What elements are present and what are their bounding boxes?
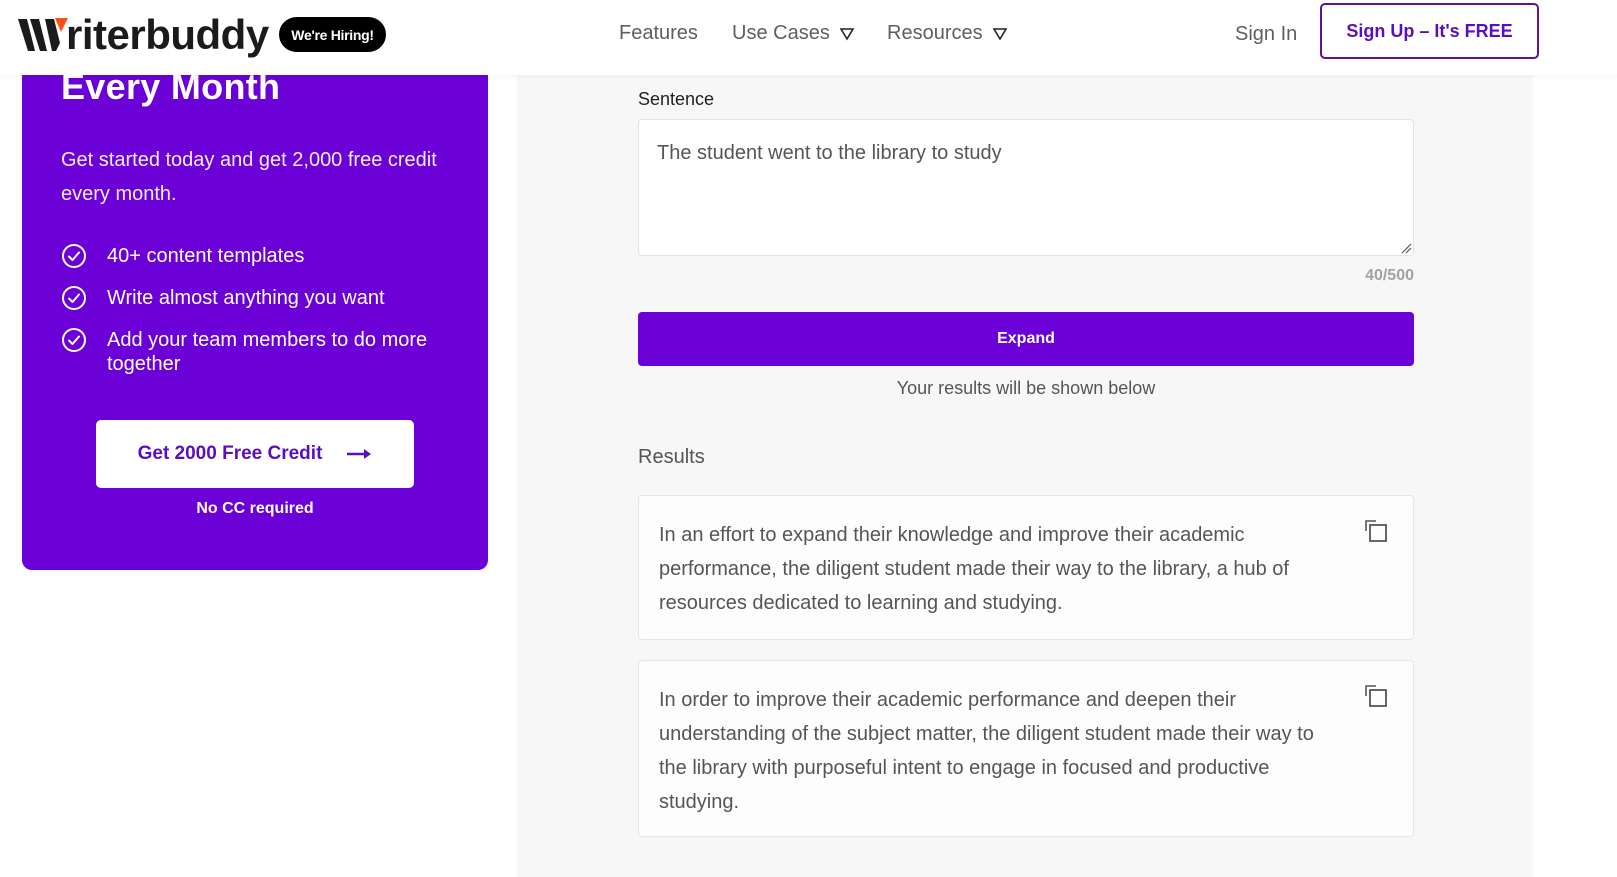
arrow-right-icon (347, 449, 372, 459)
check-circle-icon (62, 286, 86, 310)
copy-icon[interactable] (1363, 683, 1389, 709)
check-circle-icon (62, 244, 86, 268)
result-card: In an effort to expand their knowledge a… (638, 495, 1414, 640)
sign-in-link[interactable]: Sign In (1235, 23, 1297, 46)
promo-panel: Every Month Get started today and get 2,… (22, 60, 488, 570)
feature-text: Write almost anything you want (107, 287, 385, 309)
get-free-credit-button[interactable]: Get 2000 Free Credit (96, 420, 414, 488)
expand-button[interactable]: Expand (638, 312, 1414, 366)
result-text: In an effort to expand their knowledge a… (659, 524, 1289, 614)
logo-w-icon (18, 18, 68, 51)
caret-down-icon (992, 27, 1007, 41)
character-count: 40/500 (1365, 267, 1414, 284)
results-hint: Your results will be shown below (896, 378, 1156, 398)
feature-text: 40+ content templates (107, 245, 305, 267)
caret-down-icon (839, 27, 854, 41)
nav-use-cases-label: Use Cases (732, 22, 830, 44)
sentence-label: Sentence (638, 89, 715, 109)
logo-text: riterbuddy (66, 11, 269, 58)
nav-features-label: Features (619, 22, 698, 44)
copy-icon[interactable] (1363, 518, 1389, 544)
result-card: In order to improve their academic perfo… (638, 660, 1414, 837)
resize-handle-icon[interactable] (1400, 242, 1412, 254)
feature-list: 40+ content templates Write almost anyth… (61, 244, 461, 393)
feature-text: Add your team members to do more togethe… (107, 329, 428, 375)
writerbuddy-logo[interactable]: riterbuddy (18, 10, 269, 60)
sign-up-button[interactable]: Sign Up – It's FREE (1320, 3, 1539, 59)
nav-resources-label: Resources (887, 22, 983, 44)
nav-use-cases[interactable]: Use Cases (732, 22, 854, 45)
feature-item: 40+ content templates (61, 244, 461, 269)
result-text: In order to improve their academic perfo… (659, 689, 1314, 813)
sentence-input[interactable]: The student went to the library to study (638, 119, 1414, 256)
feature-item: Write almost anything you want (61, 286, 461, 311)
promo-description: Get started today and get 2,000 free cre… (61, 149, 437, 205)
cta-label: Get 2000 Free Credit (137, 443, 323, 464)
nav-features[interactable]: Features (619, 22, 698, 45)
feature-item: Add your team members to do more togethe… (61, 328, 461, 376)
hiring-badge[interactable]: We're Hiring! (279, 17, 386, 52)
nav-resources[interactable]: Resources (887, 22, 1007, 45)
site-header: riterbuddy We're Hiring! Features Use Ca… (0, 0, 1617, 75)
no-cc-note: No CC required (196, 500, 314, 517)
results-heading: Results (638, 446, 705, 468)
check-circle-icon (62, 328, 86, 352)
